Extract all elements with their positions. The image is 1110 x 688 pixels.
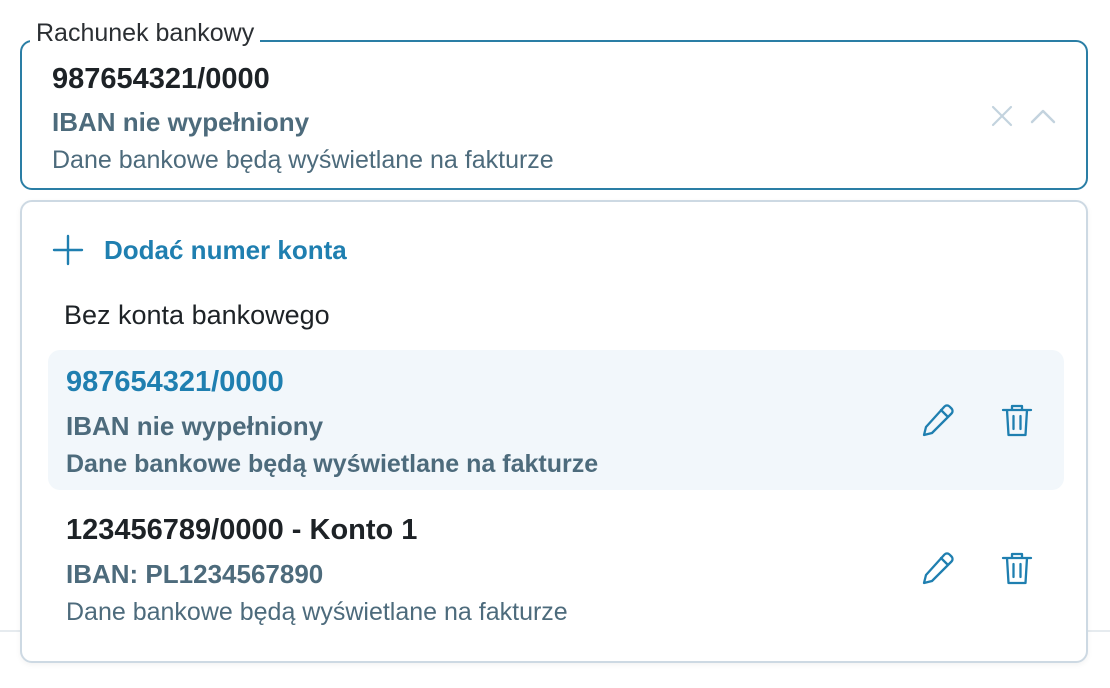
account-option[interactable]: 987654321/0000 IBAN nie wypełniony Dane … [48, 350, 1064, 490]
account-iban: IBAN nie wypełniony [66, 411, 324, 441]
field-label: Rachunek bankowy [30, 18, 261, 48]
add-account-label: Dodać numer konta [104, 235, 347, 265]
add-account-button[interactable]: Dodać numer konta [52, 230, 412, 270]
plus-icon [52, 234, 84, 266]
bank-account-select[interactable]: 987654321/0000 IBAN nie wypełniony Dane … [20, 40, 1088, 190]
account-option[interactable]: 123456789/0000 - Konto 1 IBAN: PL1234567… [48, 498, 1064, 638]
pencil-icon[interactable] [920, 550, 956, 586]
account-iban: IBAN: PL1234567890 [66, 559, 324, 589]
account-number: 123456789/0000 - Konto 1 [66, 514, 418, 546]
account-info: Dane bankowe będą wyświetlane na fakturz… [66, 450, 599, 478]
selected-account-iban: IBAN nie wypełniony [52, 107, 310, 137]
account-number: 987654321/0000 [66, 366, 284, 398]
trash-icon[interactable] [1000, 550, 1034, 586]
selected-account-number: 987654321/0000 [52, 63, 270, 95]
selected-account-info: Dane bankowe będą wyświetlane na fakturz… [52, 146, 554, 174]
bank-account-dropdown: Dodać numer konta Bez konta bankowego 98… [20, 200, 1088, 663]
account-info: Dane bankowe będą wyświetlane na fakturz… [66, 598, 568, 626]
no-bank-account-option[interactable]: Bez konta bankowego [64, 298, 330, 332]
chevron-up-icon[interactable] [1028, 102, 1058, 130]
close-icon[interactable] [988, 102, 1016, 130]
bank-account-select-screen: 987654321/0000 IBAN nie wypełniony Dane … [0, 0, 1110, 688]
pencil-icon[interactable] [920, 402, 956, 438]
trash-icon[interactable] [1000, 402, 1034, 438]
